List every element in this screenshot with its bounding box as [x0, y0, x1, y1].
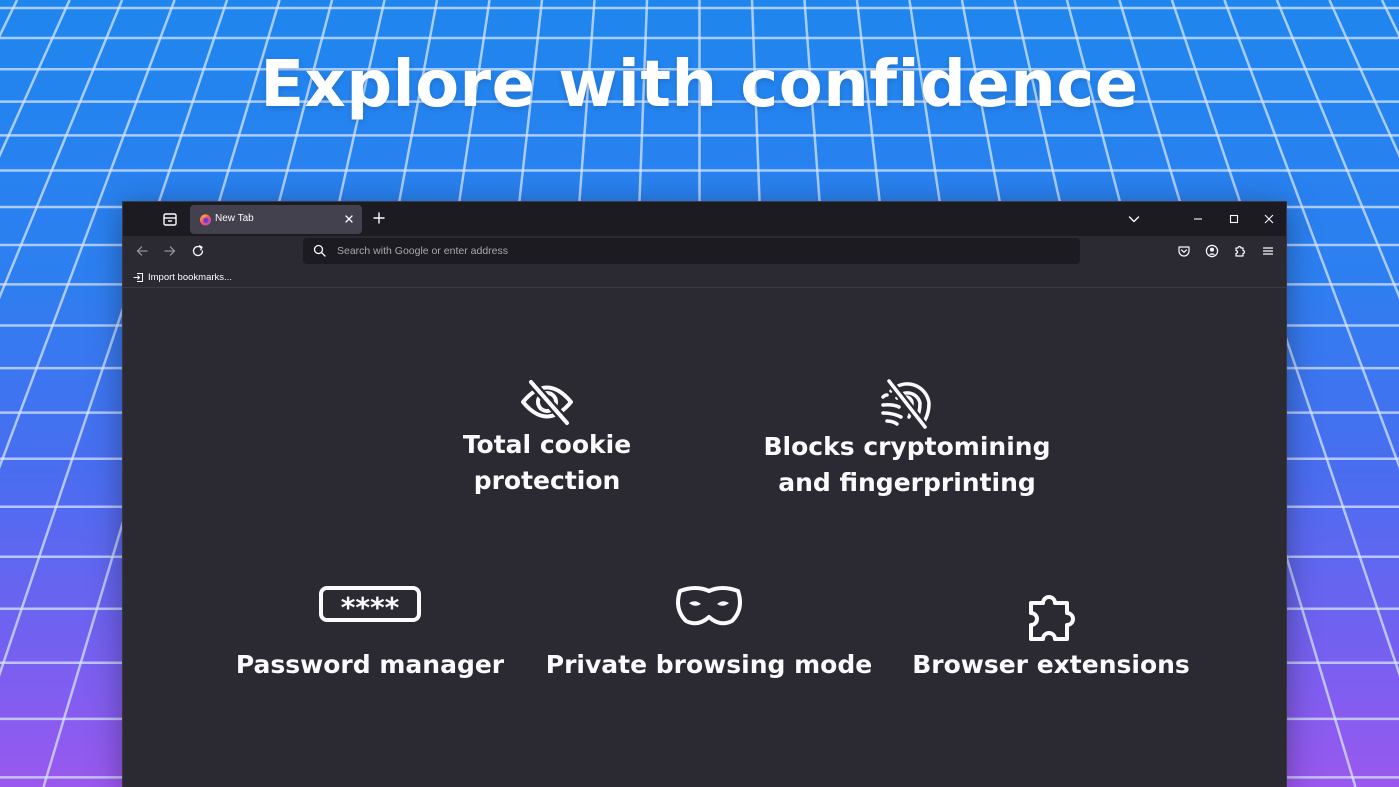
bookmarks-toolbar: Import bookmarks... [123, 266, 1286, 288]
chevron-down-icon[interactable] [1127, 212, 1141, 226]
close-tab-icon[interactable] [343, 213, 355, 225]
import-bookmarks-button[interactable]: Import bookmarks... [133, 270, 232, 284]
feature-password-label: Password manager [235, 650, 505, 679]
puzzle-icon [1029, 595, 1075, 641]
password-icon: **** [319, 586, 421, 623]
tab-bar: New Tab [123, 202, 1286, 236]
navigation-toolbar [123, 236, 1286, 266]
address-input[interactable] [337, 241, 1037, 261]
fingerprint-slash-icon [881, 378, 931, 429]
new-tab-content: Total cookie protection Blocks cryptomin… [123, 289, 1286, 787]
minimize-icon[interactable] [1190, 211, 1206, 227]
feature-cryptomining: Blocks cryptomining and fingerprinting [757, 377, 1057, 501]
close-window-icon[interactable] [1261, 211, 1277, 227]
account-icon[interactable] [1205, 244, 1219, 258]
feature-password-manager: **** Password manager [220, 585, 520, 683]
feature-extensions-label: Browser extensions [912, 650, 1190, 679]
browser-window: New Tab Search with Google or enter addr… [122, 201, 1287, 787]
feature-crypto-line2: and fingerprinting [778, 468, 1036, 497]
tab-title: New Tab [215, 213, 254, 224]
menu-icon[interactable] [1261, 244, 1275, 258]
page-headline: Explore with confidence [260, 48, 1139, 122]
maximize-icon[interactable] [1226, 211, 1242, 227]
tab-new-tab[interactable]: New Tab [190, 205, 362, 234]
firefox-logo-icon [199, 214, 212, 226]
feature-browser-extensions: Browser extensions [901, 585, 1201, 683]
pocket-icon[interactable] [1177, 244, 1191, 258]
reload-icon[interactable] [191, 244, 205, 258]
feature-private-browsing: Private browsing mode [539, 585, 879, 683]
mask-icon [676, 586, 742, 626]
import-icon [133, 272, 143, 282]
svg-text:****: **** [341, 591, 400, 623]
forward-arrow-icon[interactable] [163, 244, 177, 258]
search-icon [313, 244, 326, 257]
address-bar[interactable] [303, 238, 1080, 264]
new-tab-plus-icon[interactable] [372, 211, 386, 225]
eye-slash-icon [521, 379, 573, 426]
firefox-view-icon[interactable] [161, 210, 179, 228]
feature-cookie-line2: protection [473, 466, 621, 495]
feature-crypto-line1: Blocks cryptomining [763, 432, 1051, 461]
back-arrow-icon[interactable] [135, 244, 149, 258]
feature-cookie-line1: Total cookie [462, 430, 632, 459]
feature-cookie-protection: Total cookie protection [397, 377, 697, 499]
feature-private-label: Private browsing mode [545, 650, 873, 679]
import-bookmarks-label: Import bookmarks... [148, 271, 232, 283]
extensions-icon[interactable] [1233, 244, 1247, 258]
